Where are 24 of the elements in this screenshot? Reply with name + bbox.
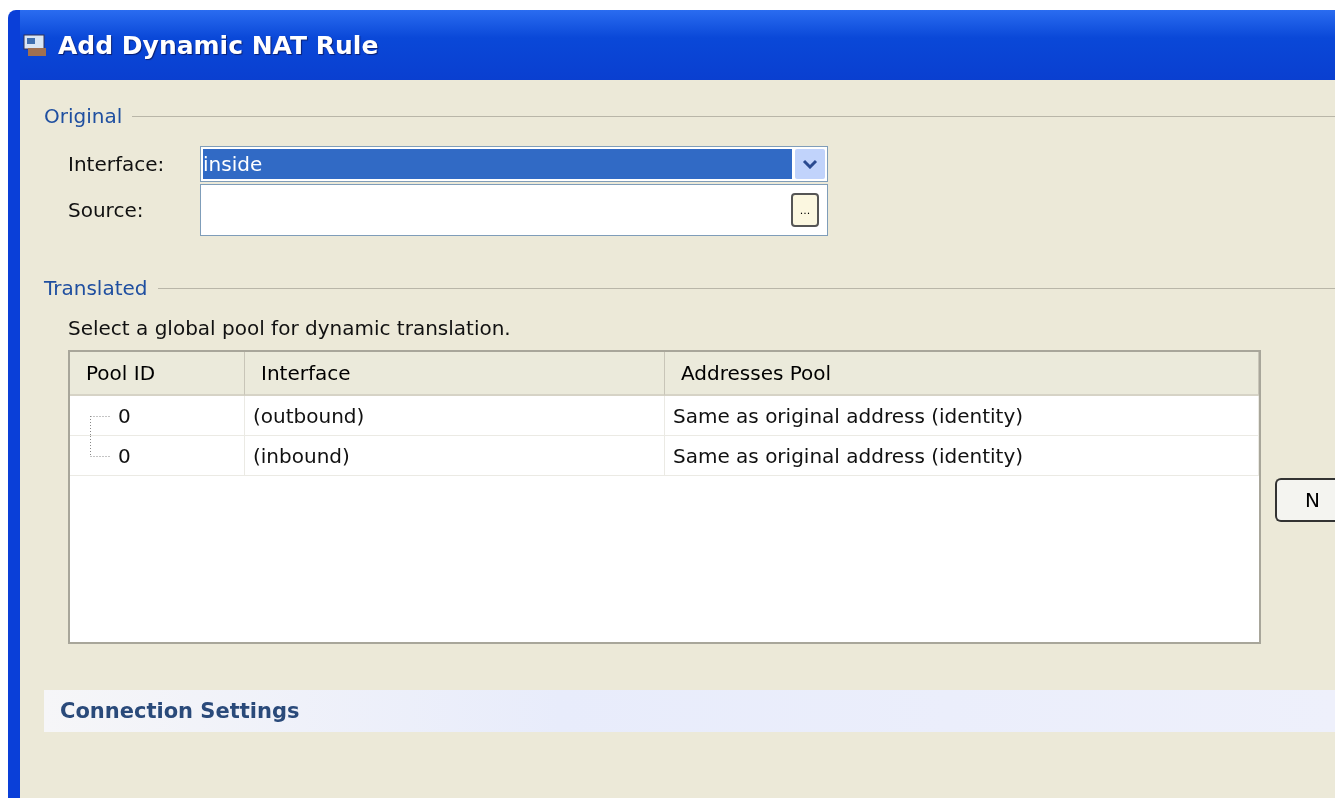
column-header[interactable]: Interface <box>245 352 665 396</box>
table-cell: Same as original address (identity) <box>665 396 1260 436</box>
field-label: Interface: <box>68 152 166 176</box>
window-title: Add Dynamic NAT Rule <box>58 30 379 60</box>
browse-button[interactable]: ... <box>791 193 819 227</box>
field-label: Source: <box>68 198 145 222</box>
table-cell: (outbound) <box>245 396 665 436</box>
tree-line-icon <box>90 416 110 436</box>
table-cell: Same as original address (identity) <box>665 436 1260 476</box>
source-field[interactable]: ... <box>200 184 828 236</box>
section-title: Connection Settings <box>60 699 300 723</box>
column-header[interactable]: Addresses Pool <box>665 352 1260 396</box>
app-icon <box>22 32 48 58</box>
table-cell: 0 <box>70 396 245 436</box>
table-cell: 0 <box>70 436 245 476</box>
chevron-down-icon <box>802 159 818 169</box>
instruction-text: Select a global pool for dynamic translation. <box>68 316 512 340</box>
group-legend: Original <box>44 104 123 128</box>
column-header[interactable]: Pool ID <box>70 352 245 396</box>
table-cell: (inbound) <box>245 436 665 476</box>
interface-dropdown[interactable]: inside <box>200 146 828 182</box>
tree-line-icon <box>90 436 110 457</box>
group-legend: Translated <box>44 276 148 300</box>
side-button[interactable]: N <box>1275 478 1335 522</box>
